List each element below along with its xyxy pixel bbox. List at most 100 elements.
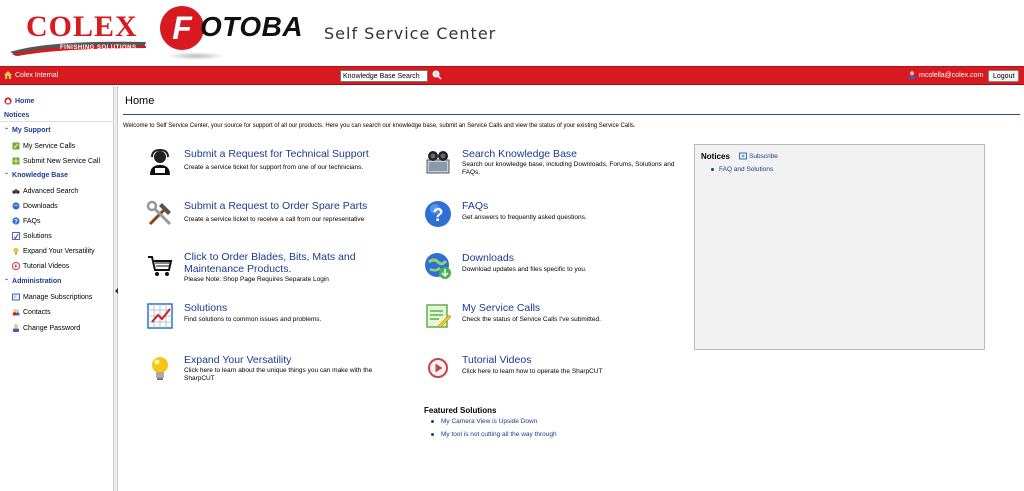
question-icon: ?	[12, 217, 20, 225]
tile-description: Download updates and files specific to y…	[462, 266, 587, 273]
tile-title[interactable]: Submit a Request for Technical Support	[184, 148, 369, 160]
home-icon	[4, 97, 12, 105]
sidebar-item-notices[interactable]: Notices	[4, 112, 29, 119]
user-menu[interactable]: mcolella@colex.com	[908, 71, 983, 79]
sidebar-item-submit-new-service-call[interactable]: Submit New Service Call	[12, 157, 100, 165]
link-text[interactable]: FAQ and Solutions	[719, 166, 773, 173]
collapse-sidebar-icon[interactable]	[115, 288, 118, 294]
fotoba-logo[interactable]: F OTOBA	[160, 6, 305, 60]
tile-description-line2: FAQs.	[462, 169, 481, 176]
sidebar-item-label: Expand Your Versatility	[23, 247, 95, 255]
fotoba-wordmark: OTOBA	[200, 11, 304, 42]
tile-description: Find solutions to common issues and prob…	[184, 316, 322, 323]
contacts-icon	[12, 309, 20, 316]
section-knowledge-base[interactable]: ⌃ Knowledge Base	[4, 172, 68, 179]
user-icon	[909, 71, 915, 79]
search-icon[interactable]	[432, 70, 442, 80]
page-title: Home	[125, 95, 155, 107]
lightbulb-icon	[152, 357, 168, 380]
tile-description-line1: Search our knowledge base, including Dow…	[462, 161, 675, 168]
sidebar-item-downloads[interactable]: Downloads	[12, 202, 58, 210]
globe-download-icon	[12, 202, 20, 210]
featured-solution-link[interactable]: My Camera View is Upside Down	[431, 418, 537, 425]
tile-title-line1[interactable]: Click to Order Blades, Bits, Mats and	[184, 251, 356, 263]
notice-link[interactable]: FAQ and Solutions	[711, 166, 773, 173]
colex-logo[interactable]: COLEX FINISHING SOLUTIONS	[8, 8, 148, 58]
section-label: Knowledge Base	[12, 172, 69, 179]
house-icon	[4, 71, 12, 79]
sidebar-item-home[interactable]: Home	[4, 97, 34, 105]
solutions-icon	[12, 232, 20, 240]
sidebar-item-label: FAQs	[23, 217, 41, 225]
tile-title[interactable]: Expand Your Versatility	[184, 354, 291, 366]
top-toolbar: Colex Internal Knowledge Base Search mco…	[0, 66, 1024, 85]
tile-title[interactable]: Search Knowledge Base	[462, 148, 577, 160]
section-label: My Support	[12, 127, 51, 134]
divider	[0, 121, 114, 122]
sidebar-item-label: Contacts	[23, 308, 51, 316]
binoculars-monitor-icon	[426, 151, 450, 174]
sidebar: Home Notices ⌃ My Support My Service Cal…	[0, 86, 114, 491]
welcome-text: Welcome to Self Service Center, your sou…	[123, 123, 636, 129]
link-text[interactable]: My Camera View is Upside Down	[441, 418, 537, 425]
section-administration[interactable]: ⌃ Administration	[4, 278, 61, 285]
tile-title[interactable]: Tutorial Videos	[462, 354, 531, 366]
sidebar-item-label: Home	[15, 97, 35, 105]
link-text[interactable]: My tool is not cutting all the way throu…	[441, 431, 557, 438]
sidebar-item-label: Submit New Service Call	[23, 157, 101, 165]
sidebar-item-contacts[interactable]: Contacts	[12, 308, 51, 316]
sidebar-item-my-service-calls[interactable]: My Service Calls	[12, 142, 75, 150]
new-service-call-icon	[12, 157, 20, 165]
play-icon	[428, 358, 448, 378]
sidebar-item-label: Advanced Search	[23, 187, 79, 195]
sidebar-item-faqs[interactable]: ? FAQs	[12, 217, 41, 225]
title-divider	[123, 114, 1020, 115]
sidebar-item-manage-subscriptions[interactable]: Manage Subscriptions	[12, 293, 92, 301]
technician-icon	[150, 148, 170, 175]
tile-description: Get answers to frequently asked question…	[462, 214, 587, 221]
sidebar-item-label: Solutions	[23, 232, 52, 240]
sidebar-item-label: Notices	[4, 112, 30, 119]
user-key-icon	[13, 324, 19, 332]
fotoba-shadow	[166, 52, 226, 60]
notices-panel-title: Notices	[701, 152, 730, 161]
sidebar-item-tutorial-videos[interactable]: Tutorial Videos	[12, 262, 69, 270]
subscribe-icon	[739, 152, 747, 160]
bullet	[711, 167, 714, 171]
svg-text:?: ?	[433, 205, 444, 225]
shopping-cart-icon	[148, 256, 173, 276]
tile-description: Create a service ticket to receive a cal…	[184, 216, 365, 223]
sidebar-item-label: My Service Calls	[23, 142, 76, 150]
section-my-support[interactable]: ⌃ My Support	[4, 127, 51, 134]
sidebar-item-expand-versatility[interactable]: Expand Your Versatility	[12, 247, 95, 255]
tile-title-line2[interactable]: Maintenance Products.	[184, 263, 291, 275]
tile-title[interactable]: Solutions	[184, 302, 227, 314]
tile-description-line1: Click here to learn about the unique thi…	[184, 367, 373, 374]
service-calls-icon	[426, 304, 452, 329]
org-switcher[interactable]: Colex Internal	[4, 71, 58, 79]
tools-icon	[146, 200, 172, 226]
tile-title[interactable]: FAQs	[462, 200, 488, 212]
svg-text:?: ?	[14, 219, 18, 225]
colex-tagline: FINISHING SOLUTIONS	[60, 45, 137, 51]
sidebar-item-change-password[interactable]: Change Password	[12, 324, 80, 332]
subscribe-link[interactable]: Subscribe	[739, 152, 778, 160]
lightbulb-icon	[13, 247, 19, 255]
collapse-icon: ⌃	[4, 279, 10, 285]
header: COLEX FINISHING SOLUTIONS F OTOBA Self S…	[0, 0, 1024, 66]
tile-title[interactable]: Downloads	[462, 252, 514, 264]
notices-panel: Notices Subscribe FAQ and Solutions	[694, 144, 985, 350]
globe-download-icon	[425, 253, 451, 279]
subscribe-label[interactable]: Subscribe	[749, 153, 778, 160]
section-label: Administration	[12, 278, 62, 285]
tile-title[interactable]: Submit a Request to Order Spare Parts	[184, 200, 367, 212]
sidebar-item-solutions[interactable]: Solutions	[12, 232, 52, 240]
logout-button[interactable]: Logout	[988, 70, 1020, 82]
featured-solution-link[interactable]: My tool is not cutting all the way throu…	[431, 431, 557, 438]
knowledge-base-search-input[interactable]: Knowledge Base Search	[340, 70, 428, 82]
play-icon	[12, 262, 20, 270]
service-calls-icon	[12, 142, 20, 150]
sidebar-item-label: Change Password	[23, 324, 81, 332]
tile-title[interactable]: My Service Calls	[462, 302, 540, 314]
sidebar-item-advanced-search[interactable]: Advanced Search	[12, 187, 78, 195]
